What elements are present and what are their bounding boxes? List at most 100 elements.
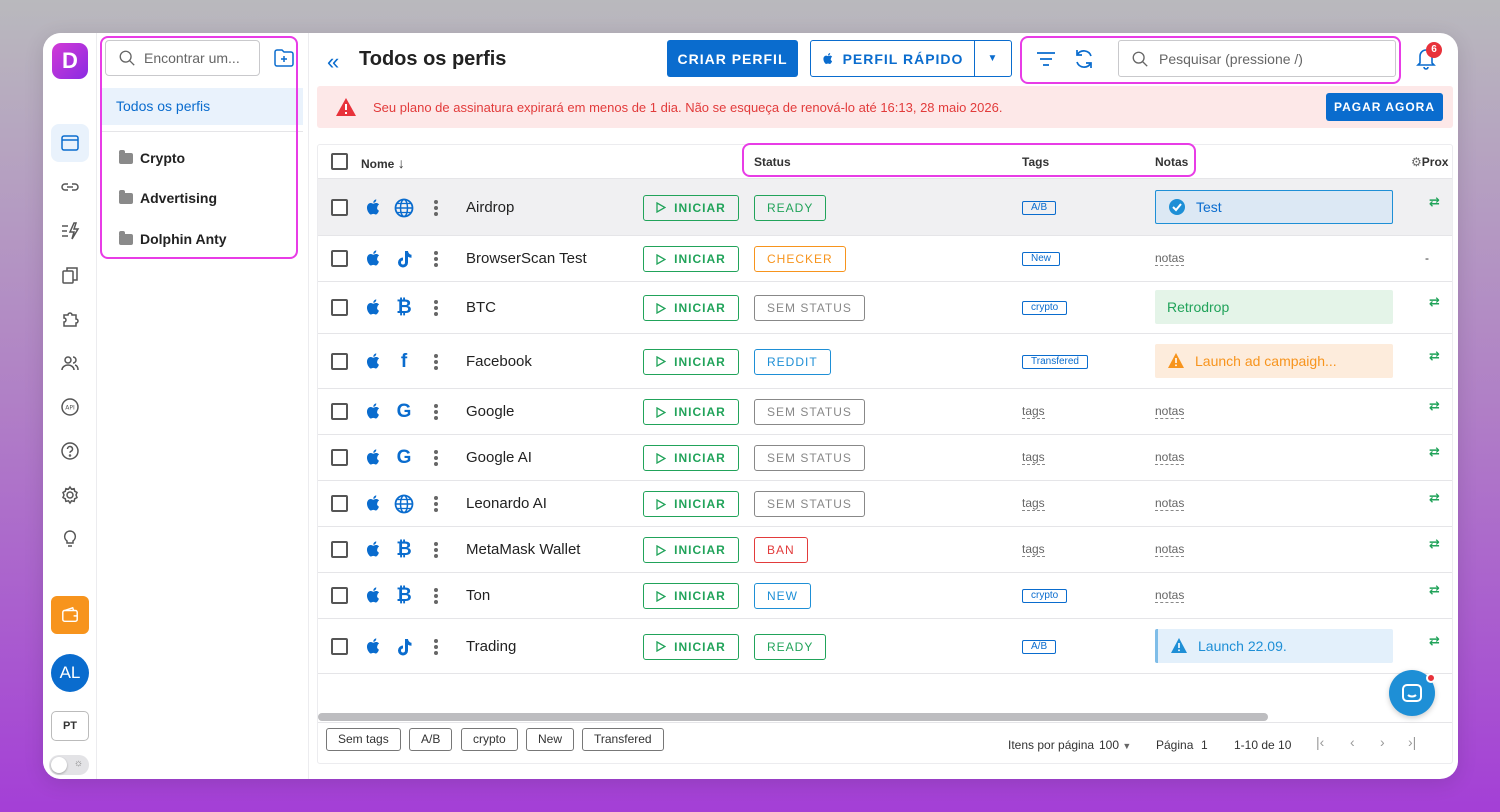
start-profile-button[interactable]: INICIAR <box>643 491 739 517</box>
row-checkbox[interactable] <box>331 352 348 370</box>
tag-badge[interactable]: Transfered <box>1022 354 1088 369</box>
tag-badge[interactable]: A/B <box>1022 200 1057 215</box>
status-badge[interactable]: READY <box>754 194 827 221</box>
language-switch[interactable]: PT <box>51 711 89 741</box>
row-menu-button[interactable] <box>434 542 438 558</box>
row-checkbox[interactable] <box>331 495 348 512</box>
proxy-swap-icon[interactable]: ⇄ <box>1429 633 1440 649</box>
tag-badge[interactable]: crypto <box>1022 301 1068 315</box>
row-menu-button[interactable] <box>434 300 438 316</box>
row-menu-button[interactable] <box>434 404 438 420</box>
extensions-nav-button[interactable] <box>51 300 89 338</box>
notes-placeholder[interactable]: notas <box>1155 588 1185 603</box>
proxy-swap-icon[interactable]: ⇄ <box>1429 348 1440 364</box>
folder-item-crypto[interactable]: Crypto <box>119 149 185 166</box>
row-menu-button[interactable] <box>434 496 438 512</box>
notes-placeholder[interactable]: notas <box>1155 450 1185 465</box>
status-badge[interactable]: SEM STATUS <box>754 295 865 321</box>
profile-search-input[interactable] <box>1159 50 1389 67</box>
table-row[interactable]: G Google INICIAR SEM STATUS tags notas ⇄ <box>318 389 1452 435</box>
start-profile-button[interactable]: INICIAR <box>643 633 739 660</box>
proxy-swap-icon[interactable]: ⇄ <box>1429 444 1440 460</box>
prev-page-button[interactable]: ‹ <box>1350 734 1355 750</box>
quick-profile-button[interactable]: PERFIL RÁPIDO ▼ <box>810 40 1012 77</box>
column-status-header[interactable]: Status <box>754 155 791 169</box>
quick-profile-main[interactable]: PERFIL RÁPIDO <box>811 41 975 76</box>
proxy-swap-icon[interactable]: ⇄ <box>1429 582 1440 598</box>
table-row[interactable]: ₿ MetaMask Wallet INICIAR BAN tags notas ⇄ <box>318 527 1452 573</box>
first-page-button[interactable]: |‹ <box>1316 734 1324 750</box>
note-card[interactable]: Launch ad campaigh... <box>1155 343 1393 378</box>
avatar[interactable]: AL <box>51 654 89 692</box>
note-card[interactable]: Retrodrop <box>1155 290 1393 324</box>
per-page-select[interactable]: 100 ▼ <box>1099 738 1131 752</box>
table-row[interactable]: Trading INICIAR READY A/B Launch 22.09. ⇄ <box>318 619 1452 674</box>
tags-placeholder[interactable]: tags <box>1022 450 1045 465</box>
proxy-swap-icon[interactable]: ⇄ <box>1429 194 1440 210</box>
tag-filter-chip[interactable]: crypto <box>461 728 518 751</box>
start-profile-button[interactable]: INICIAR <box>643 537 739 563</box>
table-row[interactable]: ₿ BTC INICIAR SEM STATUS crypto Retrodrop ⇄ <box>318 282 1452 334</box>
start-profile-button[interactable]: INICIAR <box>643 194 739 221</box>
status-badge[interactable]: NEW <box>754 583 811 609</box>
start-profile-button[interactable]: INICIAR <box>643 348 739 375</box>
folder-search-input[interactable] <box>144 50 254 66</box>
horizontal-scrollbar[interactable] <box>318 713 1268 721</box>
table-row[interactable]: ₿ Ton INICIAR NEW crypto notas ⇄ <box>318 573 1452 619</box>
table-row[interactable]: f Facebook INICIAR REDDIT Transfered Launch a… <box>318 334 1452 389</box>
api-nav-button[interactable]: API <box>51 388 89 426</box>
column-name-header[interactable]: Nome ↓ <box>361 155 405 171</box>
column-notes-header[interactable]: Notas <box>1155 155 1188 169</box>
proxy-swap-icon[interactable]: ⇄ <box>1429 398 1440 414</box>
status-badge[interactable]: BAN <box>754 537 808 563</box>
folder-search-box[interactable] <box>105 40 260 76</box>
app-logo[interactable]: D <box>52 43 88 79</box>
row-menu-button[interactable] <box>434 450 438 466</box>
tag-badge[interactable]: New <box>1022 252 1061 266</box>
row-checkbox[interactable] <box>331 299 348 316</box>
start-profile-button[interactable]: INICIAR <box>643 295 739 321</box>
row-checkbox[interactable] <box>331 403 348 420</box>
row-menu-button[interactable] <box>434 199 438 216</box>
create-profile-button[interactable]: CRIAR PERFIL <box>667 40 798 77</box>
start-profile-button[interactable]: INICIAR <box>643 246 739 272</box>
row-menu-button[interactable] <box>434 353 438 370</box>
table-row[interactable]: BrowserScan Test INICIAR CHECKER New notas - <box>318 236 1452 282</box>
add-folder-button[interactable] <box>273 47 295 69</box>
tag-filter-chip[interactable]: New <box>526 728 575 751</box>
quick-profile-dropdown[interactable]: ▼ <box>975 41 1011 76</box>
row-checkbox[interactable] <box>331 198 348 216</box>
note-card[interactable]: Launch 22.09. <box>1155 628 1393 663</box>
status-badge[interactable]: REDDIT <box>754 348 831 375</box>
bookmarks-nav-button[interactable] <box>51 256 89 294</box>
table-row[interactable]: Leonardo AI INICIAR SEM STATUS tags notas ⇄ <box>318 481 1452 527</box>
notes-placeholder[interactable]: notas <box>1155 496 1185 511</box>
status-badge[interactable]: CHECKER <box>754 246 846 272</box>
table-row[interactable]: Airdrop INICIAR READY A/B Test ⇄ <box>318 179 1452 236</box>
status-badge[interactable]: SEM STATUS <box>754 399 865 425</box>
row-checkbox[interactable] <box>331 587 348 604</box>
collapse-panel-button[interactable]: « <box>327 49 339 75</box>
tag-badge[interactable]: A/B <box>1022 639 1057 654</box>
proxy-nav-button[interactable] <box>51 168 89 206</box>
automation-nav-button[interactable] <box>51 212 89 250</box>
folder-item-dolphin-anty[interactable]: Dolphin Anty <box>119 230 227 247</box>
proxy-swap-icon[interactable]: ⇄ <box>1429 294 1440 310</box>
tags-placeholder[interactable]: tags <box>1022 496 1045 511</box>
row-checkbox[interactable] <box>331 541 348 558</box>
column-tags-header[interactable]: Tags <box>1022 155 1049 169</box>
row-checkbox[interactable] <box>331 449 348 466</box>
row-checkbox[interactable] <box>331 250 348 267</box>
folder-all-profiles[interactable]: Todos os perfis <box>101 88 303 125</box>
notes-placeholder[interactable]: notas <box>1155 251 1185 266</box>
row-checkbox[interactable] <box>331 637 348 655</box>
row-menu-button[interactable] <box>434 251 438 267</box>
tag-filter-chip[interactable]: Transfered <box>582 728 664 751</box>
tags-placeholder[interactable]: tags <box>1022 404 1045 419</box>
status-badge[interactable]: SEM STATUS <box>754 491 865 517</box>
next-page-button[interactable]: › <box>1380 734 1385 750</box>
note-card[interactable]: Test <box>1155 189 1393 224</box>
filter-button[interactable] <box>1035 49 1057 69</box>
pay-now-button[interactable]: PAGAR AGORA <box>1326 93 1443 121</box>
wallet-button[interactable] <box>51 596 89 634</box>
